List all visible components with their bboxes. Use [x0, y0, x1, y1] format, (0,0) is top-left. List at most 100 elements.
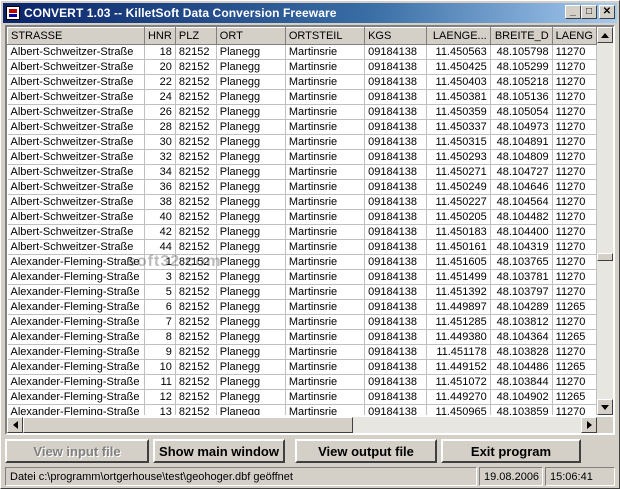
table-cell[interactable]: Martinsrie — [285, 284, 366, 300]
table-cell[interactable]: 11270 — [552, 179, 597, 195]
minimize-button[interactable]: _ — [565, 5, 581, 19]
table-cell[interactable]: 82152 — [175, 59, 217, 75]
table-cell[interactable]: 11.450425 — [426, 59, 491, 75]
table-cell[interactable]: Albert-Schweitzer-Straße — [7, 164, 145, 180]
table-row[interactable]: Albert-Schweitzer-Straße 22 82152 Planegg Ma… — [7, 74, 597, 90]
table-cell[interactable]: Planegg — [216, 179, 286, 195]
table-cell[interactable]: Planegg — [216, 404, 286, 415]
table-cell[interactable]: Alexander-Fleming-Straße — [7, 374, 145, 390]
table-cell[interactable]: 11.450249 — [426, 179, 491, 195]
column-header[interactable]: LAENGE... — [425, 27, 491, 45]
table-cell[interactable]: 18 — [144, 44, 176, 60]
table-cell[interactable]: Martinsrie — [285, 374, 366, 390]
table-cell[interactable]: Alexander-Fleming-Straße — [7, 284, 145, 300]
table-cell[interactable]: Martinsrie — [285, 194, 366, 210]
table-cell[interactable]: 11.450227 — [426, 194, 491, 210]
view-output-button[interactable]: View output file — [295, 439, 437, 463]
table-row[interactable]: Albert-Schweitzer-Straße 42 82152 Planegg Ma… — [7, 224, 597, 240]
table-cell[interactable]: Alexander-Fleming-Straße — [7, 254, 145, 270]
table-cell[interactable]: Alexander-Fleming-Straße — [7, 389, 145, 405]
table-cell[interactable]: 09184138 — [364, 104, 427, 120]
table-cell[interactable]: Martinsrie — [285, 119, 366, 135]
table-cell[interactable]: 24 — [144, 89, 176, 105]
table-cell[interactable]: Planegg — [216, 104, 286, 120]
table-row[interactable]: Alexander-Fleming-Straße 8 82152 Planegg Mar… — [7, 329, 597, 345]
table-cell[interactable]: 11.449270 — [426, 389, 491, 405]
table-cell[interactable]: 11.449380 — [426, 329, 491, 345]
table-row[interactable]: Alexander-Fleming-Straße 12 82152 Planegg Ma… — [7, 389, 597, 405]
table-row[interactable]: Albert-Schweitzer-Straße 34 82152 Planegg Ma… — [7, 164, 597, 180]
table-cell[interactable]: 09184138 — [364, 299, 427, 315]
table-cell[interactable]: 82152 — [175, 179, 217, 195]
table-cell[interactable]: Albert-Schweitzer-Straße — [7, 59, 145, 75]
table-cell[interactable]: 09184138 — [364, 239, 427, 255]
table-row[interactable]: Albert-Schweitzer-Straße 28 82152 Planegg Ma… — [7, 119, 597, 135]
table-cell[interactable]: 11270 — [552, 224, 597, 240]
table-cell[interactable]: Albert-Schweitzer-Straße — [7, 74, 145, 90]
table-cell[interactable]: Planegg — [216, 74, 286, 90]
table-cell[interactable]: 82152 — [175, 44, 217, 60]
table-cell[interactable]: 11.450359 — [426, 104, 491, 120]
table-cell[interactable]: 11.451392 — [426, 284, 491, 300]
table-cell[interactable]: 3 — [144, 269, 176, 285]
column-header[interactable]: LAENG — [551, 27, 597, 45]
table-cell[interactable]: Planegg — [216, 119, 286, 135]
table-row[interactable]: Albert-Schweitzer-Straße 38 82152 Planegg Ma… — [7, 194, 597, 210]
table-cell[interactable]: 48.103797 — [490, 284, 553, 300]
table-cell[interactable]: 11.450161 — [426, 239, 491, 255]
table-cell[interactable]: 11.451285 — [426, 314, 491, 330]
table-cell[interactable]: 48.105218 — [490, 74, 553, 90]
table-cell[interactable]: 11270 — [552, 74, 597, 90]
table-cell[interactable]: Alexander-Fleming-Straße — [7, 329, 145, 345]
table-row[interactable]: Albert-Schweitzer-Straße 32 82152 Planegg Ma… — [7, 149, 597, 165]
table-cell[interactable]: Albert-Schweitzer-Straße — [7, 119, 145, 135]
table-cell[interactable]: 82152 — [175, 104, 217, 120]
table-cell[interactable]: 09184138 — [364, 74, 427, 90]
table-cell[interactable]: 48.104289 — [490, 299, 553, 315]
table-cell[interactable]: Martinsrie — [285, 299, 366, 315]
table-row[interactable]: Albert-Schweitzer-Straße 18 82152 Planegg Ma… — [7, 44, 597, 60]
table-cell[interactable]: 11.451178 — [426, 344, 491, 360]
table-cell[interactable]: 82152 — [175, 344, 217, 360]
scroll-up-button[interactable] — [597, 27, 613, 43]
table-row[interactable]: Alexander-Fleming-Straße 5 82152 Planegg Mar… — [7, 284, 597, 300]
table-cell[interactable]: 82152 — [175, 164, 217, 180]
table-cell[interactable]: Planegg — [216, 209, 286, 225]
table-row[interactable]: Alexander-Fleming-Straße 6 82152 Planegg Mar… — [7, 299, 597, 315]
table-cell[interactable]: Planegg — [216, 389, 286, 405]
table-cell[interactable]: 11270 — [552, 254, 597, 270]
table-cell[interactable]: Planegg — [216, 254, 286, 270]
data-grid[interactable]: STRASSE HNR PLZ ORT ORTSTEIL KGS LAENGE... BREI… — [5, 25, 615, 435]
table-cell[interactable]: 11.449152 — [426, 359, 491, 375]
maximize-button[interactable]: □ — [581, 5, 597, 19]
table-cell[interactable]: 11.450403 — [426, 74, 491, 90]
table-cell[interactable]: Planegg — [216, 164, 286, 180]
table-cell[interactable]: 11270 — [552, 44, 597, 60]
table-cell[interactable]: 48.104319 — [490, 239, 553, 255]
title-bar[interactable]: CONVERT 1.03 -- KilletSoft Data Conversi… — [3, 3, 617, 23]
table-cell[interactable]: 48.104400 — [490, 224, 553, 240]
table-cell[interactable]: 09184138 — [364, 314, 427, 330]
table-cell[interactable]: 11270 — [552, 149, 597, 165]
table-cell[interactable]: 11270 — [552, 284, 597, 300]
table-cell[interactable]: Planegg — [216, 374, 286, 390]
table-cell[interactable]: 09184138 — [364, 344, 427, 360]
table-cell[interactable]: 11.450293 — [426, 149, 491, 165]
table-cell[interactable]: 48.105136 — [490, 89, 553, 105]
table-cell[interactable]: 82152 — [175, 119, 217, 135]
table-cell[interactable]: Martinsrie — [285, 134, 366, 150]
table-cell[interactable]: 48.104891 — [490, 134, 553, 150]
table-cell[interactable]: 82152 — [175, 224, 217, 240]
column-header[interactable]: HNR — [143, 27, 176, 45]
table-row[interactable]: Alexander-Fleming-Straße 9 82152 Planegg Mar… — [7, 344, 597, 360]
app-icon[interactable] — [6, 6, 20, 20]
table-cell[interactable]: Planegg — [216, 44, 286, 60]
table-cell[interactable]: 26 — [144, 104, 176, 120]
table-cell[interactable]: 82152 — [175, 374, 217, 390]
table-cell[interactable]: Planegg — [216, 314, 286, 330]
table-cell[interactable]: Planegg — [216, 239, 286, 255]
table-cell[interactable]: 9 — [144, 344, 176, 360]
table-cell[interactable]: 40 — [144, 209, 176, 225]
table-cell[interactable]: 48.104482 — [490, 209, 553, 225]
table-cell[interactable]: Martinsrie — [285, 344, 366, 360]
